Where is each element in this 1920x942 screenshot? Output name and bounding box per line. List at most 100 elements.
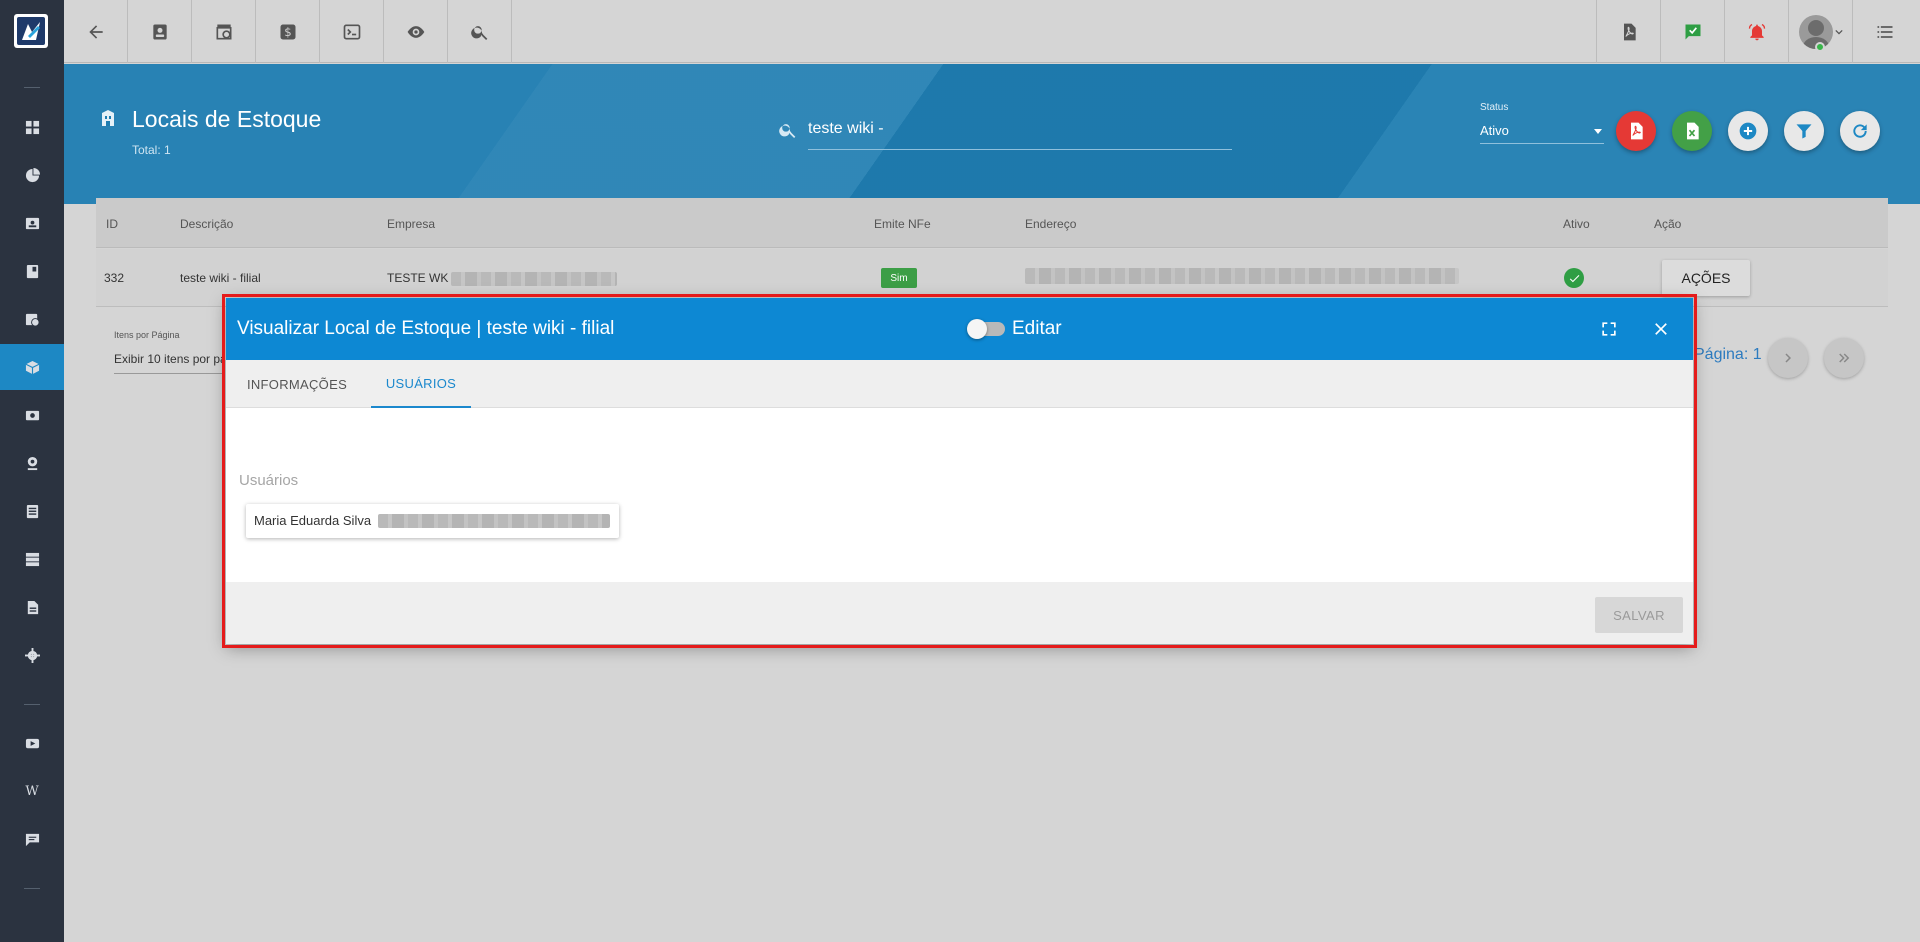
sidebar-item-users[interactable] — [0, 440, 64, 486]
view-button[interactable] — [384, 0, 448, 63]
chat-icon — [25, 833, 39, 846]
filter-icon — [1796, 124, 1812, 139]
chat-approve-button[interactable] — [1660, 0, 1724, 63]
menu-button[interactable] — [1852, 0, 1916, 63]
sidebar-item-wiki[interactable]: W — [0, 768, 64, 814]
pdf-button[interactable] — [1596, 0, 1660, 63]
double-chevron-right-icon — [1839, 353, 1850, 363]
list-menu-icon — [1877, 25, 1892, 38]
user-menu[interactable] — [1788, 0, 1852, 63]
column-header-endereco[interactable]: Endereço — [1025, 217, 1076, 231]
contacts-button[interactable] — [128, 0, 192, 63]
refresh-icon — [1853, 124, 1867, 138]
book-icon — [26, 264, 38, 278]
export-excel-button[interactable] — [1672, 111, 1712, 151]
total-count: Total: 1 — [132, 143, 171, 157]
status-filter-label: Status — [1480, 102, 1509, 113]
column-header-emite-nfe[interactable]: Emite NFe — [874, 217, 931, 231]
actions-button[interactable]: AÇÕES — [1662, 260, 1750, 296]
grid-icon — [25, 120, 39, 134]
sidebar-divider — [24, 888, 40, 889]
cash-icon — [25, 410, 39, 420]
sidebar-item-calendar[interactable] — [0, 296, 64, 342]
items-per-page-label: Itens por Página — [114, 330, 180, 340]
chevron-right-icon — [1785, 353, 1791, 363]
online-status-dot — [1815, 42, 1825, 52]
user-pin-icon — [27, 456, 37, 470]
column-header-empresa[interactable]: Empresa — [387, 217, 435, 231]
column-header-descricao[interactable]: Descrição — [180, 217, 233, 231]
terminal-button[interactable] — [320, 0, 384, 63]
caret-down-icon — [1594, 129, 1602, 134]
wiki-icon: W — [25, 783, 39, 799]
pie-chart-icon — [25, 167, 40, 182]
search-input[interactable]: teste wiki - — [808, 116, 1232, 150]
back-button[interactable] — [64, 0, 128, 63]
top-toolbar: $ — [64, 0, 1920, 63]
video-icon — [25, 738, 39, 748]
sidebar: W — [0, 0, 64, 942]
items-per-page-select[interactable]: Exibir 10 itens por página — [114, 348, 224, 374]
sidebar-item-documents[interactable] — [0, 488, 64, 534]
column-header-ativo[interactable]: Ativo — [1563, 217, 1590, 231]
sidebar-item-videos[interactable] — [0, 720, 64, 766]
add-button[interactable] — [1728, 111, 1768, 151]
sidebar-item-catalog[interactable] — [0, 248, 64, 294]
sidebar-item-chat[interactable] — [0, 816, 64, 862]
contact-card-icon — [25, 217, 39, 229]
highlight-frame — [222, 294, 1697, 648]
last-page-button[interactable] — [1824, 338, 1864, 378]
schedule-button[interactable] — [192, 0, 256, 63]
search-icon — [778, 120, 798, 145]
sidebar-item-finance[interactable] — [0, 392, 64, 438]
terminal-icon — [343, 24, 360, 39]
finance-button[interactable]: $ — [256, 0, 320, 63]
search-button[interactable] — [448, 0, 512, 63]
sidebar-divider — [24, 87, 40, 88]
contact-card-icon — [152, 24, 167, 39]
svg-text:$: $ — [284, 25, 291, 39]
calendar-clock-icon — [216, 24, 231, 39]
search-icon — [470, 25, 487, 40]
eye-icon — [407, 25, 424, 38]
emite-nfe-badge: Sim — [881, 268, 917, 288]
chevron-down-icon — [1834, 29, 1843, 34]
redacted-address — [1025, 268, 1459, 284]
file-icon — [27, 600, 38, 614]
sidebar-item-dashboard[interactable] — [0, 104, 64, 150]
refresh-button[interactable] — [1840, 111, 1880, 151]
column-header-id[interactable]: ID — [106, 217, 118, 231]
calendar-clock-icon — [25, 313, 40, 327]
excel-file-icon — [1687, 122, 1699, 140]
sidebar-item-stock[interactable] — [0, 344, 64, 390]
server-icon — [25, 552, 39, 566]
export-pdf-button[interactable] — [1616, 111, 1656, 151]
chat-check-icon — [1685, 24, 1700, 39]
next-page-button[interactable] — [1768, 338, 1808, 378]
status-filter-value: Ativo — [1480, 123, 1509, 138]
arrow-left-icon — [88, 24, 103, 39]
list-document-icon — [26, 504, 38, 518]
table-header — [96, 198, 1888, 248]
pdf-file-icon — [1631, 122, 1643, 140]
page-indicator: Página: 1 — [1694, 346, 1762, 363]
cell-id: 332 — [104, 271, 125, 285]
app-logo[interactable] — [14, 14, 48, 48]
plus-circle-icon — [1739, 122, 1757, 140]
column-header-acao: Ação — [1654, 217, 1682, 231]
sidebar-divider — [24, 704, 40, 705]
cell-empresa: TESTE WK — [387, 271, 449, 285]
sidebar-item-settings[interactable] — [0, 632, 64, 678]
sidebar-item-files[interactable] — [0, 584, 64, 630]
sidebar-item-contacts[interactable] — [0, 200, 64, 246]
status-filter-select[interactable]: Ativo — [1480, 118, 1604, 144]
sidebar-item-servers[interactable] — [0, 536, 64, 582]
box-icon — [25, 360, 39, 374]
dollar-icon: $ — [280, 24, 295, 39]
sidebar-item-reports[interactable] — [0, 152, 64, 198]
gear-icon — [24, 647, 40, 663]
cell-descricao: teste wiki - filial — [180, 271, 261, 285]
notifications-button[interactable] — [1724, 0, 1788, 63]
filter-button[interactable] — [1784, 111, 1824, 151]
pdf-file-icon — [1623, 23, 1636, 40]
